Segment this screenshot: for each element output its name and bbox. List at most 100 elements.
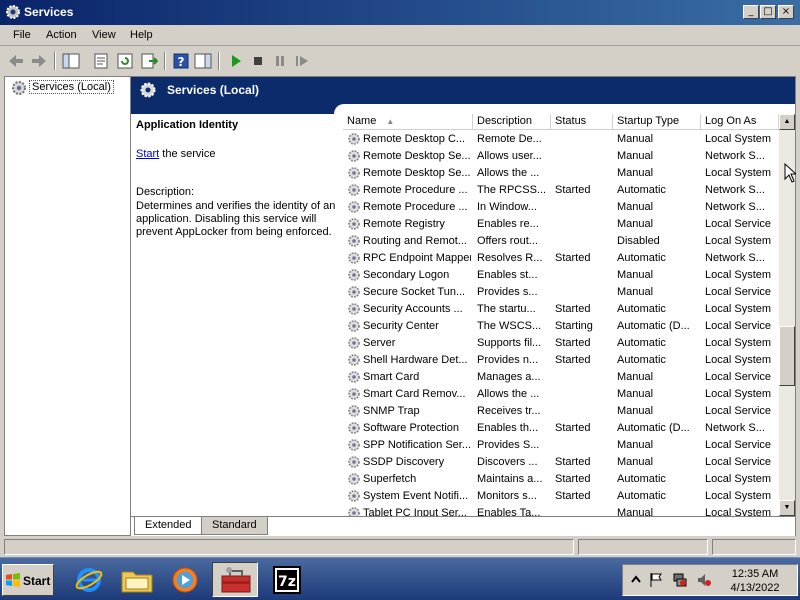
service-gear-icon — [348, 167, 360, 179]
service-gear-icon — [348, 235, 360, 247]
cell-status: Started — [555, 184, 591, 196]
menu-help[interactable]: Help — [130, 29, 153, 41]
cell-log-on-as: Network S... — [705, 150, 765, 162]
taskbar-windows-explorer[interactable] — [114, 562, 160, 597]
close-button[interactable]: × — [778, 5, 794, 19]
table-row[interactable]: SPP Notification Ser... Provides S... Manu… — [343, 437, 779, 454]
properties-icon[interactable] — [92, 52, 110, 70]
cell-name: Remote Desktop Se... — [363, 167, 471, 179]
services-gear-icon — [12, 81, 26, 95]
service-gear-icon — [348, 490, 360, 502]
pause-service-icon[interactable] — [271, 52, 289, 70]
window-title: Services — [24, 5, 74, 19]
table-row[interactable]: Remote Procedure ... In Window... Manual Ne… — [343, 199, 779, 216]
network-icon[interactable] — [673, 572, 687, 588]
cell-log-on-as: Local System — [705, 507, 772, 516]
action-center-flag-icon[interactable] — [649, 572, 663, 588]
cell-status — [555, 439, 611, 453]
menu-action[interactable]: Action — [46, 29, 77, 41]
maximize-button[interactable]: □ — [760, 5, 776, 19]
table-row[interactable]: Superfetch Maintains a... Started Automatic… — [343, 471, 779, 488]
taskbar-services[interactable] — [212, 562, 258, 597]
volume-muted-icon[interactable] — [697, 572, 711, 588]
column-header-status[interactable]: Status — [551, 114, 613, 130]
show-hidden-icons-chevron-icon[interactable] — [629, 572, 643, 588]
table-row[interactable]: System Event Notifi... Monitors s... Start… — [343, 488, 779, 505]
show-hide-tree-icon[interactable] — [62, 52, 80, 70]
cell-description: Provides S... — [477, 439, 540, 451]
taskbar-media-player[interactable] — [162, 562, 208, 597]
service-gear-icon — [348, 456, 360, 468]
taskbar-internet-explorer[interactable] — [66, 562, 112, 597]
table-row[interactable]: RPC Endpoint Mapper Resolves R... Started A… — [343, 250, 779, 267]
table-row[interactable]: Remote Registry Enables re... Manual Local … — [343, 216, 779, 233]
tab-standard[interactable]: Standard — [201, 517, 268, 535]
export-list-icon[interactable] — [140, 52, 158, 70]
cell-status: Started — [555, 303, 591, 315]
table-row[interactable]: Tablet PC Input Ser... Enables Ta... Manua… — [343, 505, 779, 516]
table-row[interactable]: SSDP Discovery Discovers ... Started Manual… — [343, 454, 779, 471]
minimize-button[interactable]: _ — [743, 5, 759, 19]
table-row[interactable]: Secure Socket Tun... Provides s... Manual L… — [343, 284, 779, 301]
table-row[interactable]: Remote Procedure ... The RPCSS... Started A… — [343, 182, 779, 199]
stop-service-icon[interactable] — [249, 52, 267, 70]
cell-name: Remote Procedure ... — [363, 201, 468, 213]
table-row[interactable]: Remote Desktop C... Remote De... Manual Loc… — [343, 131, 779, 148]
table-row[interactable]: Security Accounts ... The startu... Starte… — [343, 301, 779, 318]
cell-name: Software Protection — [363, 422, 459, 434]
show-hide-action-pane-icon[interactable] — [194, 52, 212, 70]
table-row[interactable]: Secondary Logon Enables st... Manual Local … — [343, 267, 779, 284]
services-gear-icon — [6, 5, 20, 19]
cell-name: Routing and Remot... — [363, 235, 467, 247]
back-arrow-icon[interactable] — [7, 52, 25, 70]
table-row[interactable]: Smart Card Manages a... Manual Local Servic… — [343, 369, 779, 386]
scroll-down-button[interactable]: ▼ — [779, 500, 795, 516]
windows-explorer-icon — [121, 571, 153, 593]
clock-time[interactable]: 12:35 AM — [725, 568, 785, 580]
column-header-name[interactable]: Name ▲ — [343, 114, 473, 130]
help-icon[interactable]: ? — [172, 52, 190, 70]
table-row[interactable]: Smart Card Remov... Allows the ... Manual L… — [343, 386, 779, 403]
cell-startup-type: Manual — [617, 439, 654, 451]
service-gear-icon — [348, 473, 360, 485]
cell-description: The WSCS... — [477, 320, 542, 332]
table-row[interactable]: Remote Desktop Se... Allows the ... Manual… — [343, 165, 779, 182]
column-header-log-on-as[interactable]: Log On As — [701, 114, 779, 130]
column-header-description[interactable]: Description — [473, 114, 551, 130]
start-button[interactable]: Start — [2, 564, 54, 596]
cell-status — [555, 167, 611, 181]
cell-log-on-as: Local Service — [705, 405, 772, 417]
tab-extended[interactable]: Extended — [134, 517, 203, 535]
start-service-suffix: the service — [159, 148, 216, 160]
cell-log-on-as: Local System — [705, 490, 772, 502]
forward-arrow-icon[interactable] — [30, 52, 48, 70]
table-row[interactable]: Security Center The WSCS... Starting Automa… — [343, 318, 779, 335]
taskbar-7zip[interactable]: 7z — [264, 562, 310, 597]
cell-startup-type: Manual — [617, 218, 654, 230]
table-row[interactable]: SNMP Trap Receives tr... Manual Local Servi… — [343, 403, 779, 420]
cell-name: Secure Socket Tun... — [363, 286, 466, 298]
service-gear-icon — [348, 150, 360, 162]
service-gear-icon — [348, 201, 360, 213]
column-header-startup-type[interactable]: Startup Type — [613, 114, 701, 130]
scroll-up-button[interactable]: ▲ — [779, 114, 795, 130]
cell-name: Security Center — [363, 320, 439, 332]
table-row[interactable]: Shell Hardware Det... Provides n... Starte… — [343, 352, 779, 369]
menu-view[interactable]: View — [92, 29, 116, 41]
table-row[interactable]: Routing and Remot... Offers rout... Disabl… — [343, 233, 779, 250]
start-service-link[interactable]: Start — [136, 148, 159, 160]
cell-description: Remote De... — [477, 133, 542, 145]
table-row[interactable]: Software Protection Enables th... Started A… — [343, 420, 779, 437]
internet-explorer-icon — [75, 568, 103, 592]
start-service-icon[interactable] — [227, 52, 245, 70]
menu-file[interactable]: File — [13, 29, 31, 41]
clock-date[interactable]: 4/13/2022 — [723, 582, 787, 594]
title-bar[interactable]: Services _ □ × — [0, 0, 800, 25]
refresh-icon[interactable] — [116, 52, 134, 70]
restart-service-icon[interactable] — [293, 52, 311, 70]
table-row[interactable]: Server Supports fil... Started Automatic Loc… — [343, 335, 779, 352]
scroll-thumb[interactable] — [779, 326, 795, 386]
service-gear-icon — [348, 252, 360, 264]
table-row[interactable]: Remote Desktop Se... Allows user... Manual… — [343, 148, 779, 165]
cell-name: Tablet PC Input Ser... — [363, 507, 467, 516]
